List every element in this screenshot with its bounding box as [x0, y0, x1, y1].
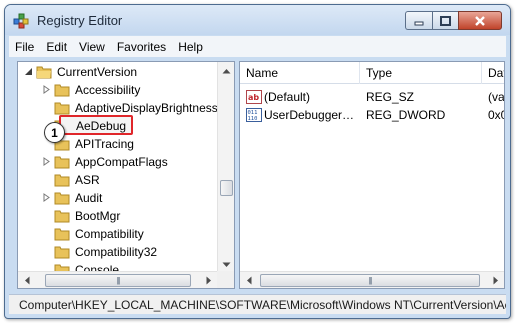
- folder-icon: [54, 156, 70, 169]
- grip-icon: |||: [368, 276, 372, 285]
- menu-bar: File Edit View Favorites Help: [9, 36, 506, 57]
- svg-text:ab: ab: [248, 93, 259, 102]
- tree-item-accessibility[interactable]: Accessibility: [18, 81, 218, 99]
- scroll-left-icon: [24, 276, 29, 285]
- menu-favorites[interactable]: Favorites: [111, 40, 172, 54]
- tree-vertical-scroll-thumb[interactable]: [220, 180, 233, 196]
- value-row-default[interactable]: ab (Default) REG_SZ (value not set): [240, 88, 504, 106]
- registry-editor-window: Registry Editor File Edit View Favorites…: [4, 4, 511, 319]
- folder-icon: [54, 84, 70, 97]
- window-controls: [405, 11, 502, 30]
- list-horizontal-scroll-thumb[interactable]: |||: [260, 274, 480, 287]
- folder-icon: [54, 228, 70, 241]
- value-data: 0x00000000 (0): [488, 108, 504, 122]
- maximize-button[interactable]: [432, 11, 458, 30]
- tree-item-label: AppCompatFlags: [75, 155, 168, 169]
- tree-item-label: BootMgr: [75, 209, 121, 223]
- maximize-icon: [440, 15, 451, 26]
- window-title: Registry Editor: [37, 13, 123, 28]
- tree-vertical-scrollbar[interactable]: [217, 62, 234, 273]
- tree-item-compatibility[interactable]: Compatibility: [18, 225, 218, 243]
- column-header-name[interactable]: Name: [240, 62, 360, 84]
- tree-item-label: ASR: [75, 173, 100, 187]
- list-horizontal-scrollbar[interactable]: |||: [240, 271, 504, 288]
- folder-icon: [54, 174, 70, 187]
- menu-file[interactable]: File: [9, 40, 40, 54]
- folder-icon: [54, 192, 70, 205]
- collapse-arrow-icon[interactable]: [24, 67, 33, 76]
- tree-item-appcompatflags[interactable]: AppCompatFlags: [18, 153, 218, 171]
- folder-icon: [54, 210, 70, 223]
- minimize-button[interactable]: [405, 11, 432, 30]
- column-header-data[interactable]: Data: [482, 62, 504, 84]
- value-name: (Default): [264, 90, 311, 104]
- scroll-left-button[interactable]: [18, 272, 35, 288]
- value-type: REG_DWORD: [366, 108, 446, 122]
- menu-edit[interactable]: Edit: [40, 40, 73, 54]
- tree-horizontal-scrollbar[interactable]: |||: [18, 271, 217, 288]
- tree-item-currentversion[interactable]: CurrentVersion: [18, 63, 218, 81]
- scroll-right-button[interactable]: [200, 272, 217, 288]
- selected-key-highlight[interactable]: AeDebug: [59, 115, 133, 135]
- list-scroll-left-button[interactable]: [240, 272, 257, 288]
- scrollbar-corner: [217, 271, 234, 288]
- value-type: REG_SZ: [366, 90, 415, 104]
- folder-open-icon: [36, 66, 52, 79]
- tree-item-audit[interactable]: Audit: [18, 189, 218, 207]
- tree-item-label: Compatibility32: [75, 245, 158, 259]
- status-bar-path: Computer\HKEY_LOCAL_MACHINE\SOFTWARE\Mic…: [9, 294, 506, 314]
- list-header: Name Type Data: [240, 62, 504, 84]
- callout-number: 1: [51, 125, 58, 140]
- minimize-icon: [414, 21, 424, 25]
- scroll-up-icon: [222, 68, 231, 73]
- expand-arrow-icon[interactable]: [42, 85, 51, 94]
- tree-item-label: Compatibility: [75, 227, 144, 241]
- tree-item-label: CurrentVersion: [57, 65, 138, 79]
- tree-item-label: Accessibility: [75, 83, 141, 97]
- scroll-right-icon: [206, 276, 211, 285]
- menu-help[interactable]: Help: [172, 40, 209, 54]
- folder-icon: [54, 102, 70, 115]
- tree-item-asr[interactable]: ASR: [18, 171, 218, 189]
- close-icon: [475, 15, 485, 26]
- title-bar[interactable]: Registry Editor: [5, 5, 510, 35]
- scroll-up-button[interactable]: [218, 62, 234, 79]
- registry-editor-icon: [13, 13, 29, 29]
- tree-item-compatibility32[interactable]: Compatibility32: [18, 243, 218, 261]
- svg-text:110: 110: [248, 116, 258, 122]
- scroll-down-icon: [222, 262, 231, 267]
- menu-view[interactable]: View: [73, 40, 111, 54]
- step-callout-badge: 1: [44, 122, 65, 143]
- value-row-userdebuggerhotkey[interactable]: 011 110 UserDebuggerHotKey REG_DWORD 0x0…: [240, 106, 504, 124]
- tree-item-bootmgr[interactable]: BootMgr: [18, 207, 218, 225]
- tree-item-label-aedebug: AeDebug: [76, 119, 127, 133]
- expand-arrow-icon[interactable]: [42, 193, 51, 202]
- value-name: UserDebuggerHotKey: [264, 108, 360, 122]
- scroll-left-icon: [246, 276, 251, 285]
- close-button[interactable]: [458, 11, 502, 30]
- scroll-right-icon: [493, 276, 498, 285]
- folder-icon: [54, 246, 70, 259]
- tree-item-label: Audit: [75, 191, 103, 205]
- column-header-type[interactable]: Type: [360, 62, 482, 84]
- tree-item-label: APITracing: [75, 137, 134, 151]
- value-data: (value not set): [488, 90, 505, 104]
- key-tree-pane[interactable]: CurrentVersion Accessibility AdaptiveDis…: [17, 61, 235, 289]
- tree-horizontal-scroll-thumb[interactable]: |||: [45, 274, 191, 287]
- string-value-icon: ab: [246, 90, 262, 104]
- grip-icon: |||: [116, 276, 120, 285]
- expand-arrow-icon[interactable]: [42, 157, 51, 166]
- list-scroll-right-button[interactable]: [487, 272, 504, 288]
- dword-value-icon: 011 110: [246, 108, 262, 122]
- values-list-pane[interactable]: Name Type Data ab (Default) REG_SZ (valu…: [239, 61, 505, 289]
